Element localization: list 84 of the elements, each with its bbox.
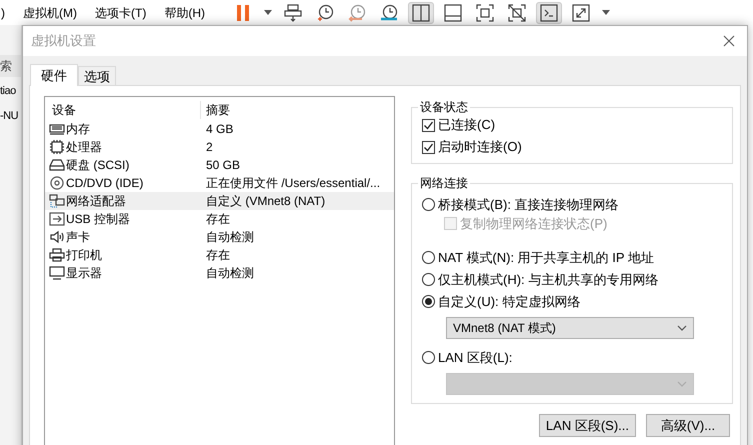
device-name: 打印机 — [66, 247, 102, 264]
device-summary: 存在 — [205, 247, 230, 264]
list-row[interactable]: 显示器 自动检测 — [45, 264, 394, 282]
radio-button[interactable] — [422, 251, 435, 264]
list-row[interactable]: 内存 4 GB — [45, 120, 394, 138]
radio-label: NAT 模式(N): 用于共享主机的 IP 地址 — [438, 248, 654, 267]
printer-icon — [49, 248, 65, 262]
radio-button[interactable] — [422, 295, 435, 308]
device-summary: 自动检测 — [205, 265, 254, 282]
group-title: 设备状态 — [419, 99, 469, 116]
clock-icon — [348, 4, 366, 22]
memory-icon — [49, 122, 65, 136]
speaker-icon — [49, 230, 65, 244]
device-summary: 自动检测 — [205, 229, 254, 246]
radio-label: LAN 区段(L): — [438, 348, 512, 367]
split-view-icon — [412, 4, 430, 22]
group-title: 网络连接 — [419, 175, 469, 192]
tab[interactable]: 选项 — [78, 66, 116, 85]
toolbar-button[interactable] — [536, 2, 562, 24]
checkbox-label: 复制物理网络连接状态(P) — [460, 214, 608, 233]
radio-label: 自定义(U): 特定虚拟网络 — [438, 292, 580, 311]
chevron-icon — [677, 325, 687, 331]
list-row[interactable]: CD/DVD (IDE) 正在使用文件 /Users/essential/... — [45, 174, 394, 192]
device-name: 处理器 — [66, 139, 102, 156]
device-name: 硬盘 (SCSI) — [66, 157, 130, 174]
radio-button[interactable] — [422, 351, 435, 364]
list-item[interactable]: -NU — [0, 108, 18, 124]
device-name: 网络适配器 — [66, 193, 126, 210]
menu-item[interactable]: ) — [0, 4, 5, 22]
chevron-icon — [677, 381, 687, 387]
list-item[interactable]: tiao — [0, 83, 16, 100]
list-row[interactable]: 打印机 存在 — [45, 246, 394, 264]
fullscreen-icon — [476, 4, 494, 22]
radio-label: 桥接模式(B): 直接连接物理网络 — [438, 196, 619, 214]
dropdown[interactable]: VMnet8 (NAT 模式) — [446, 317, 694, 339]
checkbox[interactable] — [422, 140, 435, 154]
caret-icon — [602, 10, 610, 16]
checkbox-label: 已连接(C) — [438, 116, 496, 134]
device-summary: 4 GB — [205, 121, 234, 138]
device-name: USB 控制器 — [66, 211, 130, 228]
clock-icon — [380, 4, 398, 22]
pause-icon — [236, 4, 250, 22]
column-header: 摘要 — [205, 102, 230, 119]
menu-item[interactable]: 帮助(H) — [164, 4, 205, 22]
list-row[interactable]: 声卡 自动检测 — [45, 228, 394, 246]
device-name: 内存 — [66, 121, 90, 138]
network-icon — [49, 194, 65, 208]
column-header: 设备 — [45, 101, 201, 119]
device-name: CD/DVD (IDE) — [66, 175, 144, 192]
toolbar-button[interactable] — [408, 2, 434, 24]
checkbox[interactable] — [422, 118, 435, 132]
menu-item[interactable]: 选项卡(T) — [95, 4, 146, 22]
checkbox-label: 启动时连接(O) — [438, 138, 522, 156]
device-summary: 存在 — [205, 211, 230, 228]
dialog-button[interactable]: 高级(V)... — [646, 414, 730, 437]
list-row[interactable]: USB 控制器 存在 — [45, 210, 394, 228]
device-summary: 正在使用文件 /Users/essential/... — [205, 175, 380, 192]
crossed-window-icon — [508, 4, 526, 22]
caret-icon — [264, 10, 272, 16]
close-icon — [723, 35, 735, 47]
list-row[interactable]: 硬盘 (SCSI) 50 GB — [45, 156, 394, 174]
window-title: 虚拟机设置 — [31, 32, 96, 50]
list-row[interactable]: 网络适配器 自定义 (VMnet8 (NAT) — [45, 192, 394, 210]
list-row[interactable]: 处理器 2 — [45, 138, 394, 156]
dialog-button[interactable]: LAN 区段(S)... — [538, 414, 636, 437]
terminal-icon — [540, 4, 558, 22]
radio-label: 仅主机模式(H): 与主机共享的专用网络 — [438, 270, 658, 289]
expand-icon — [572, 4, 590, 22]
chip-icon — [49, 140, 65, 154]
bottom-panel-icon — [444, 4, 462, 22]
device-name: 声卡 — [66, 229, 90, 246]
clock-icon — [316, 4, 334, 22]
disc-icon — [49, 176, 65, 190]
menu-item[interactable]: 虚拟机(M) — [23, 4, 77, 22]
drive-icon — [49, 158, 65, 172]
radio-button[interactable] — [422, 198, 435, 211]
device-name: 显示器 — [66, 265, 102, 282]
device-summary: 自定义 (VMnet8 (NAT) — [205, 193, 326, 210]
device-summary: 2 — [205, 139, 213, 156]
radio-button[interactable] — [422, 273, 435, 286]
device-summary: 50 GB — [205, 157, 240, 174]
close-button[interactable] — [723, 34, 737, 48]
monitor-icon — [49, 266, 65, 280]
tab[interactable]: 硬件 — [30, 64, 78, 86]
